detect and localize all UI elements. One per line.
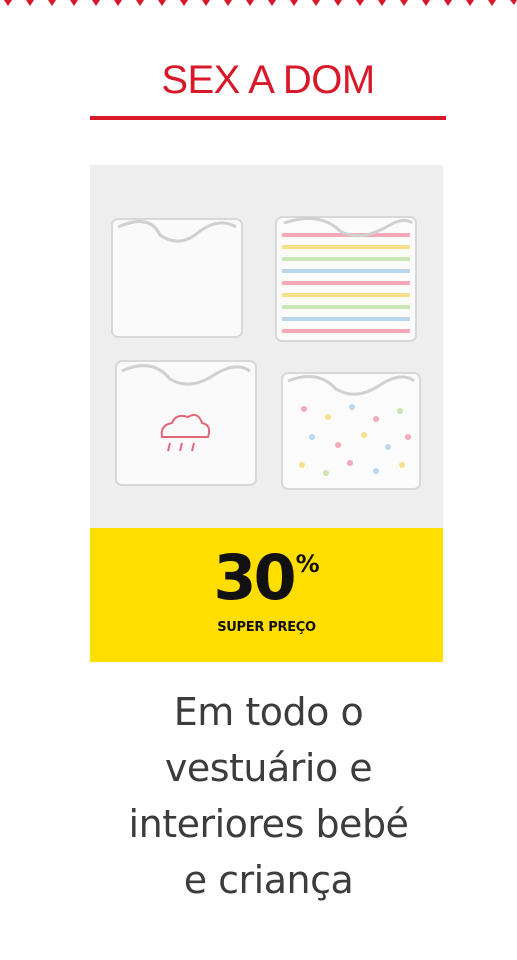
discount-banner: 30% SUPER PREÇO	[90, 528, 443, 662]
discount-value: 30	[213, 541, 296, 614]
description-line: interiores bebé	[128, 802, 409, 846]
description-line: Em todo o	[173, 690, 364, 734]
promo-card[interactable]: 30% SUPER PREÇO	[90, 165, 443, 662]
description-line: vestuário e	[164, 746, 373, 790]
baby-bodysuit-plain-icon	[111, 218, 243, 338]
baby-bodysuit-cloud-icon	[115, 360, 257, 486]
super-price-label: SUPER PREÇO	[217, 620, 316, 635]
day-range-heading: SEX A DOM	[161, 58, 375, 102]
description-line: e criança	[183, 858, 354, 902]
heading-underline	[90, 116, 446, 120]
promo-description: Em todo o vestuário e interiores bebé e …	[60, 684, 477, 908]
baby-bodysuit-striped-icon	[275, 216, 417, 342]
baby-bodysuit-dotted-icon	[281, 372, 421, 490]
decorative-heart-border	[4, 0, 517, 6]
discount-badge: 30%	[90, 546, 443, 610]
product-image[interactable]	[90, 165, 443, 528]
discount-unit: %	[295, 550, 320, 578]
